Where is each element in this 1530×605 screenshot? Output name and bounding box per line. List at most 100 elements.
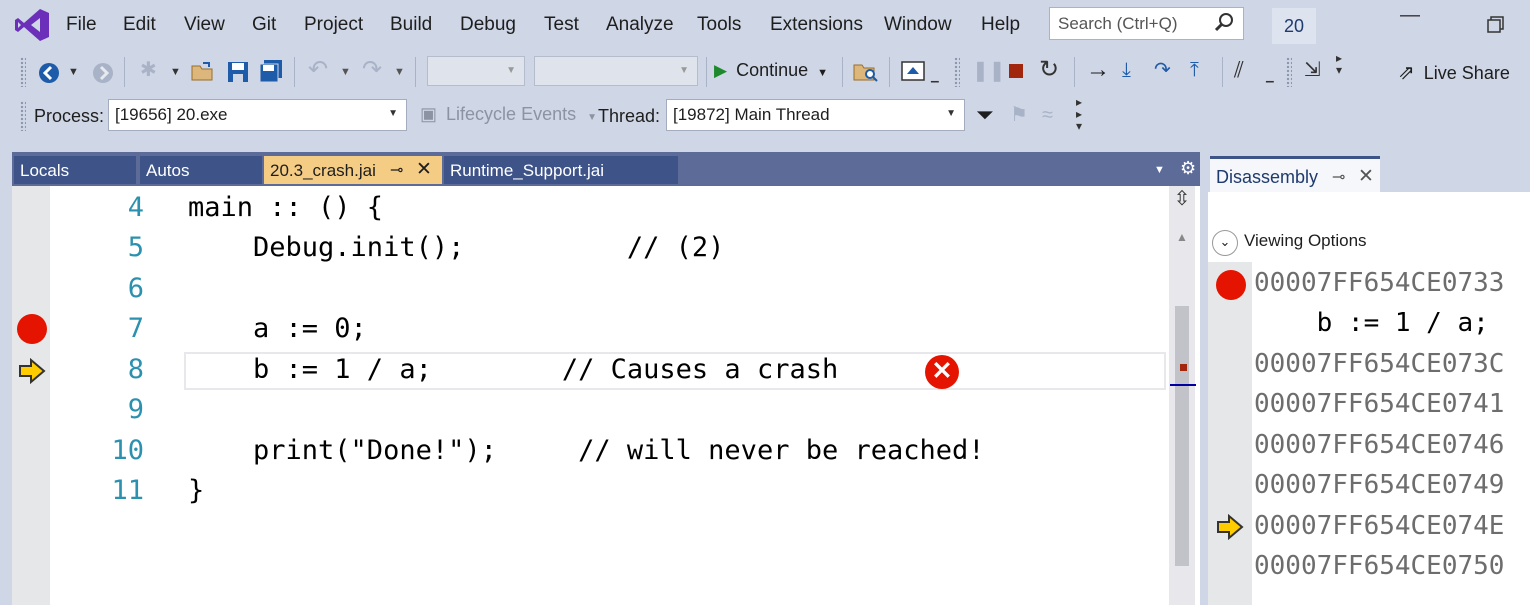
redo-icon: ↷ [362, 56, 383, 83]
disassembly-tab-bar: Disassembly ⊸ ✕ [1208, 152, 1530, 192]
menu-tools[interactable]: Tools [697, 14, 741, 36]
toolbar-grip[interactable] [954, 57, 960, 87]
solution-platform-select[interactable]: ▼ [534, 56, 698, 86]
code-line[interactable]: Debug.init(); // (2) [188, 232, 724, 263]
process-select[interactable]: [19656] 20.exe ▼ [108, 99, 407, 131]
tab-autos[interactable]: Autos [140, 156, 262, 184]
chevron-down-icon[interactable]: ▁ [1266, 66, 1274, 90]
save-all-icon[interactable] [259, 59, 285, 83]
live-share-button[interactable]: ⇗ Live Share [1398, 60, 1510, 85]
undo-dropdown-icon[interactable]: ▼ [340, 60, 351, 84]
toolbar-overflow-icon[interactable]: ▸ ▸ ▾ [1076, 96, 1082, 132]
disassembly-address[interactable]: 00007FF654CE0750 [1254, 551, 1504, 581]
menu-extensions[interactable]: Extensions [770, 14, 863, 36]
disassembly-address[interactable]: 00007FF654CE074E [1254, 511, 1504, 541]
application-insights-icon[interactable] [901, 60, 925, 82]
restart-icon[interactable]: ↻ [1039, 58, 1059, 82]
toolbar-overflow-icon[interactable]: ▸ ▾ [1336, 52, 1342, 76]
code-line[interactable]: b := 1 / a; // Causes a crash [188, 354, 838, 385]
menu-window[interactable]: Window [884, 14, 952, 36]
indicator-margin[interactable] [12, 186, 50, 605]
disassembly-address[interactable]: 00007FF654CE0741 [1254, 389, 1504, 419]
code-line[interactable]: main :: () { [188, 192, 383, 223]
stop-debugging-icon[interactable] [1009, 64, 1023, 78]
tab-runtime-support[interactable]: Runtime_Support.jai [444, 156, 678, 184]
navigate-back-icon[interactable] [38, 62, 60, 84]
open-file-icon[interactable] [191, 61, 215, 83]
redo-dropdown-icon[interactable]: ▼ [394, 60, 405, 84]
vertical-scrollbar[interactable]: ⇳ ▲ [1169, 186, 1196, 605]
new-project-dropdown-icon[interactable]: ▼ [170, 60, 181, 84]
scrollbar-thumb[interactable] [1175, 306, 1189, 566]
chevron-down-icon: ▼ [946, 108, 956, 119]
toolbar-separator [1222, 57, 1223, 87]
tab-locals[interactable]: Locals [14, 156, 136, 184]
disassembly-source-line[interactable]: b := 1 / a; [1254, 308, 1489, 338]
menu-edit[interactable]: Edit [123, 14, 156, 36]
chevron-down-icon: ▼ [388, 108, 398, 119]
pin-icon[interactable]: ⊸ [1332, 167, 1345, 187]
chevron-down-icon: ▼ [506, 65, 516, 76]
toolbar-grip[interactable] [20, 101, 26, 131]
step-into-icon[interactable]: ⤓ [1122, 58, 1131, 82]
search-box[interactable]: Search (Ctrl+Q) [1049, 7, 1244, 40]
filter-icon[interactable]: ⏷ [976, 103, 994, 127]
code-line[interactable]: } [188, 475, 204, 506]
chevron-down-icon[interactable]: ▼ [1154, 164, 1165, 176]
hot-reload-icon[interactable]: ⫽ [1234, 58, 1244, 82]
tab-crash-file[interactable]: 20.3_crash.jai ⊸ ✕ [264, 156, 442, 184]
thread-select[interactable]: [19872] Main Thread ▼ [666, 99, 965, 131]
continue-button[interactable]: ▶ Continue ▼ [714, 60, 828, 86]
navigate-back-dropdown-icon[interactable]: ▼ [68, 60, 79, 84]
scroll-up-arrow-icon[interactable]: ▲ [1176, 230, 1188, 244]
menu-git[interactable]: Git [252, 14, 276, 36]
line-number: 11 [111, 475, 144, 506]
breakpoint-icon[interactable] [1216, 270, 1246, 300]
toolbar-grip[interactable] [20, 57, 26, 87]
close-icon[interactable]: ✕ [1358, 165, 1374, 188]
disassembly-address[interactable]: 00007FF654CE0749 [1254, 470, 1504, 500]
menu-debug[interactable]: Debug [460, 14, 516, 36]
menu-build[interactable]: Build [390, 14, 432, 36]
viewing-options-toggle[interactable]: ⌄ Viewing Options [1212, 230, 1367, 256]
code-line[interactable]: a := 0; [188, 313, 367, 344]
disassembly-indicator-margin[interactable] [1208, 262, 1252, 605]
menu-help[interactable]: Help [981, 14, 1020, 36]
disassembly-address[interactable]: 00007FF654CE0733 [1254, 268, 1504, 298]
pin-icon[interactable]: ⊸ [390, 160, 403, 180]
toolbar-grip[interactable] [1286, 57, 1292, 87]
menu-file[interactable]: File [66, 14, 97, 36]
menu-test[interactable]: Test [544, 14, 579, 36]
gear-icon[interactable]: ⚙ [1180, 158, 1196, 179]
code-line[interactable]: print("Done!"); // will never be reached… [188, 435, 985, 466]
menu-analyze[interactable]: Analyze [606, 14, 674, 36]
exception-error-icon[interactable]: ✕ [925, 355, 959, 389]
share-icon: ⇗ [1398, 62, 1415, 84]
restore-icon[interactable] [1487, 16, 1505, 34]
save-icon[interactable] [227, 61, 249, 83]
solution-configuration-select[interactable]: ▼ [427, 56, 525, 86]
menu-view[interactable]: View [184, 14, 225, 36]
step-out-icon[interactable]: ⤒ [1190, 58, 1199, 82]
find-in-files-icon[interactable] [853, 61, 879, 83]
thread-value: [19872] Main Thread [673, 105, 830, 124]
line-number: 8 [127, 354, 144, 385]
step-over-icon[interactable]: ↷ [1154, 58, 1171, 82]
close-icon[interactable]: ✕ [416, 158, 432, 181]
tab-disassembly[interactable]: Disassembly ⊸ ✕ [1210, 156, 1380, 192]
minimize-icon[interactable]: — [1400, 4, 1420, 27]
code-editor[interactable]: 4 5 6 7 8 9 10 11 main :: () { Debug.ini… [12, 186, 1200, 605]
disassembly-address[interactable]: 00007FF654CE073C [1254, 349, 1504, 379]
current-statement-arrow-icon [1217, 514, 1244, 540]
breakpoint-scroll-marker [1180, 364, 1187, 371]
breakpoint-icon[interactable] [17, 314, 47, 344]
chevron-down-icon[interactable]: ▁ [931, 66, 939, 90]
flag-threads-icon: ⚑ [1010, 104, 1028, 126]
step-over-line-icon[interactable]: ⇲ [1304, 58, 1321, 82]
menu-project[interactable]: Project [304, 14, 363, 36]
show-next-statement-icon[interactable]: → [1086, 58, 1110, 82]
split-window-icon[interactable]: ⇳ [1169, 186, 1195, 220]
solution-name-badge[interactable]: 20 [1272, 8, 1316, 44]
navigate-forward-icon [93, 63, 113, 83]
disassembly-address[interactable]: 00007FF654CE0746 [1254, 430, 1504, 460]
